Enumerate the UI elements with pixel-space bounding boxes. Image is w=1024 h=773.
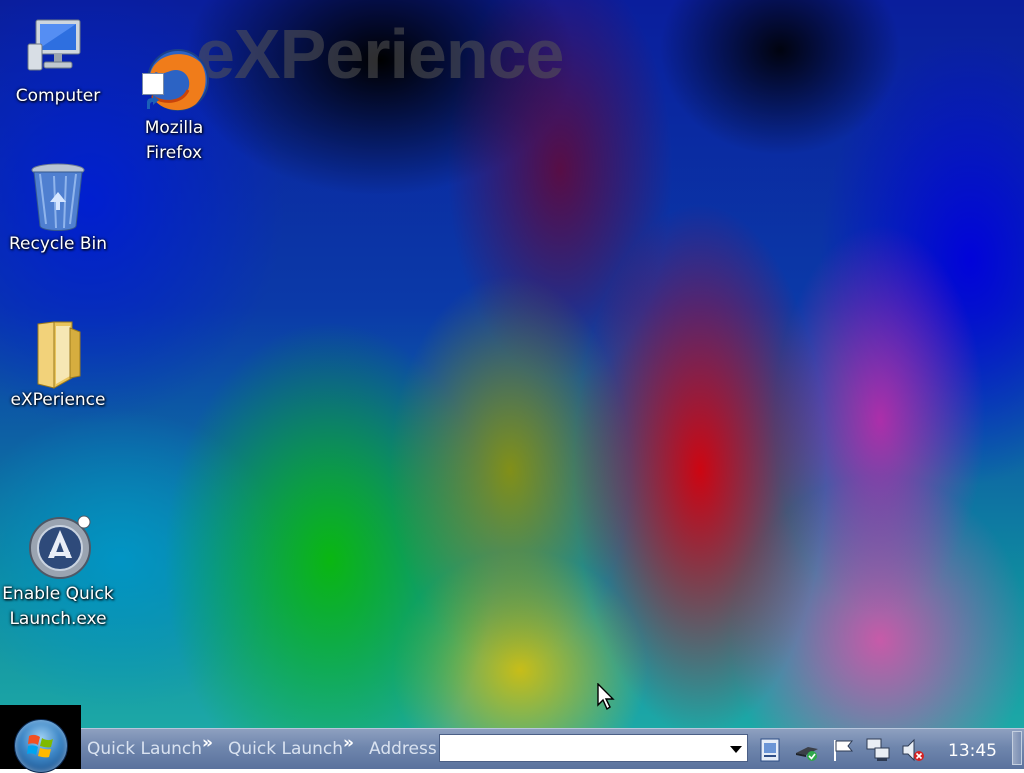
desktop-icon-recycle-bin[interactable]: Recycle Bin [0, 162, 116, 257]
desktop-icon-label: Enable Quick Launch.exe [2, 584, 114, 629]
network-computers-icon[interactable] [865, 737, 891, 763]
taskbar: Quick Launch » Quick Launch » Address 13… [0, 705, 1024, 773]
recycle-bin-icon [26, 162, 90, 231]
mouse-cursor-icon [597, 682, 617, 715]
taskbar-clock[interactable]: 13:45 [948, 741, 997, 761]
desktop-icon-label: Computer [15, 86, 101, 106]
flag-icon[interactable] [830, 737, 856, 763]
folder-icon [26, 318, 90, 389]
desktop-icon-label: Mozilla Firefox [144, 118, 204, 163]
show-desktop-button[interactable] [1012, 731, 1022, 765]
toolbar-chevron-icon[interactable]: » [343, 733, 354, 753]
desktop-icon-computer[interactable]: Computer [0, 14, 116, 109]
toolbar-address-label: Address [369, 739, 437, 759]
desktop-icon-firefox[interactable]: Mozilla Firefox [116, 8, 232, 185]
desktop-icon-experience-folder[interactable]: eXPerience [0, 318, 116, 413]
toolbar-quick-launch-2[interactable]: Quick Launch [228, 739, 343, 759]
desktop-icon-enable-quick-launch[interactable]: Enable Quick Launch.exe [0, 474, 116, 651]
shortcut-arrow-icon [142, 73, 164, 109]
speaker-muted-icon[interactable] [900, 737, 926, 763]
network-check-icon[interactable] [794, 737, 820, 763]
start-button[interactable] [14, 719, 68, 773]
toolbar-quick-launch-1[interactable]: Quick Launch [87, 739, 202, 759]
document-icon[interactable] [757, 737, 783, 763]
app-launcher-icon [26, 493, 91, 579]
toolbar-chevron-icon[interactable]: » [202, 733, 213, 753]
wallpaper-watermark: eXPerience [196, 15, 564, 93]
firefox-icon [142, 27, 209, 111]
computer-icon [26, 14, 90, 78]
desktop: eXPerience Computer Mozilla Firefox Recy… [0, 0, 1024, 768]
desktop-icon-label: Recycle Bin [8, 234, 107, 254]
desktop-icon-label: eXPerience [10, 390, 106, 410]
address-bar[interactable] [439, 734, 748, 762]
address-dropdown-button[interactable] [723, 735, 747, 761]
windows-logo-icon [27, 732, 55, 764]
address-input[interactable] [442, 737, 724, 759]
